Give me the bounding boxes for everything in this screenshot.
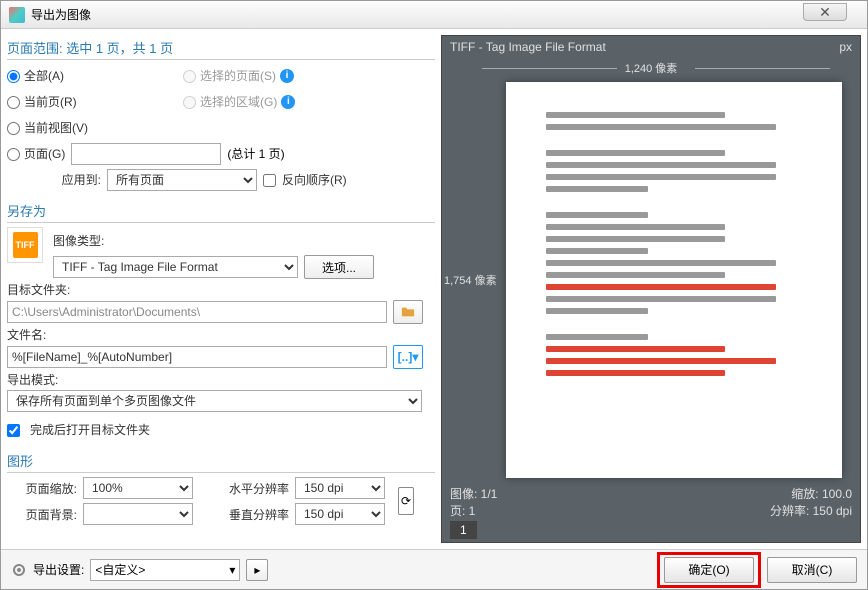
close-button[interactable]: ✕	[803, 3, 847, 21]
info-icon[interactable]: i	[280, 69, 294, 83]
save-as-section: 另存为 TIFF 图像类型: TIFF - Tag Image File For…	[7, 198, 435, 442]
hres-select[interactable]: 150 dpi	[295, 477, 385, 499]
page-range-section: 页面范围: 选中 1 页，共 1 页 全部(A) 选择的页面(S) i 当前页(…	[7, 35, 435, 192]
radio-pages[interactable]	[7, 148, 20, 161]
settings-more-button[interactable]: ▸	[246, 559, 268, 581]
bg-select[interactable]	[83, 503, 193, 525]
vres-select[interactable]: 150 dpi	[295, 503, 385, 525]
pages-total-label: (总计 1 页)	[227, 142, 284, 166]
reverse-checkbox[interactable]	[263, 174, 276, 187]
radio-selected-pages	[183, 70, 196, 83]
pages-input[interactable]	[71, 143, 221, 165]
preview-unit: px	[839, 40, 852, 54]
radio-current-view[interactable]	[7, 122, 20, 135]
ruler-vertical: 1,754 像素	[442, 78, 502, 482]
zoom-select[interactable]: 100%	[83, 477, 193, 499]
ok-button[interactable]: 确定(O)	[664, 557, 754, 583]
vres-label: 垂直分辨率	[199, 506, 289, 523]
lock-icon[interactable]: ⟳	[398, 487, 414, 515]
apply-to-label: 应用到:	[7, 168, 101, 192]
dest-folder-input[interactable]	[7, 301, 387, 323]
preview-panel: TIFF - Tag Image File Format px 1,240 像素…	[441, 35, 861, 543]
dest-folder-label: 目标文件夹:	[7, 279, 435, 300]
image-type-label: 图像类型:	[53, 227, 435, 255]
save-as-heading: 另存为	[7, 198, 435, 223]
page-tab[interactable]: 1	[450, 521, 477, 539]
radio-all[interactable]	[7, 70, 20, 83]
export-mode-select[interactable]: 保存所有页面到单个多页图像文件	[7, 390, 422, 412]
radio-selected-area	[183, 96, 196, 109]
bottom-bar: 导出设置: <自定义>▾ ▸ 确定(O) 取消(C)	[1, 549, 867, 589]
export-settings-select[interactable]: <自定义>▾	[90, 559, 240, 581]
app-icon	[9, 7, 25, 23]
shape-section: 图形 页面缩放: 100% 水平分辨率 150 dpi ⟳ 页面背景: 垂直分辨…	[7, 448, 435, 525]
shape-heading: 图形	[7, 448, 435, 473]
filename-input[interactable]	[7, 346, 387, 368]
window-title: 导出为图像	[31, 6, 91, 23]
zoom-label: 页面缩放:	[7, 480, 77, 497]
radio-current-page[interactable]	[7, 96, 20, 109]
bg-label: 页面背景:	[7, 506, 77, 523]
filename-label: 文件名:	[7, 324, 435, 345]
info-icon[interactable]: i	[281, 95, 295, 109]
preview-page	[506, 82, 842, 478]
preview-footer: 图像: 1/1缩放: 100.0 页: 1分辨率: 150 dpi 1	[442, 482, 860, 542]
preview-format: TIFF - Tag Image File Format	[450, 40, 606, 54]
apply-to-select[interactable]: 所有页面	[107, 169, 257, 191]
titlebar: 导出为图像 ✕	[1, 1, 867, 29]
hres-label: 水平分辨率	[199, 480, 289, 497]
browse-button[interactable]	[393, 300, 423, 324]
ruler-horizontal: 1,240 像素	[442, 58, 860, 78]
tiff-icon: TIFF	[7, 227, 43, 263]
ok-highlight: 确定(O)	[657, 552, 761, 588]
cancel-button[interactable]: 取消(C)	[767, 557, 857, 583]
export-settings-label: 导出设置:	[33, 561, 84, 578]
macro-button[interactable]: [..]▾	[393, 345, 423, 369]
page-range-heading: 页面范围: 选中 1 页，共 1 页	[7, 35, 435, 60]
open-after-checkbox[interactable]	[7, 424, 20, 437]
export-mode-label: 导出模式:	[7, 369, 435, 390]
image-type-select[interactable]: TIFF - Tag Image File Format	[53, 256, 298, 278]
gear-icon	[11, 562, 27, 578]
options-button[interactable]: 选项...	[304, 255, 374, 279]
